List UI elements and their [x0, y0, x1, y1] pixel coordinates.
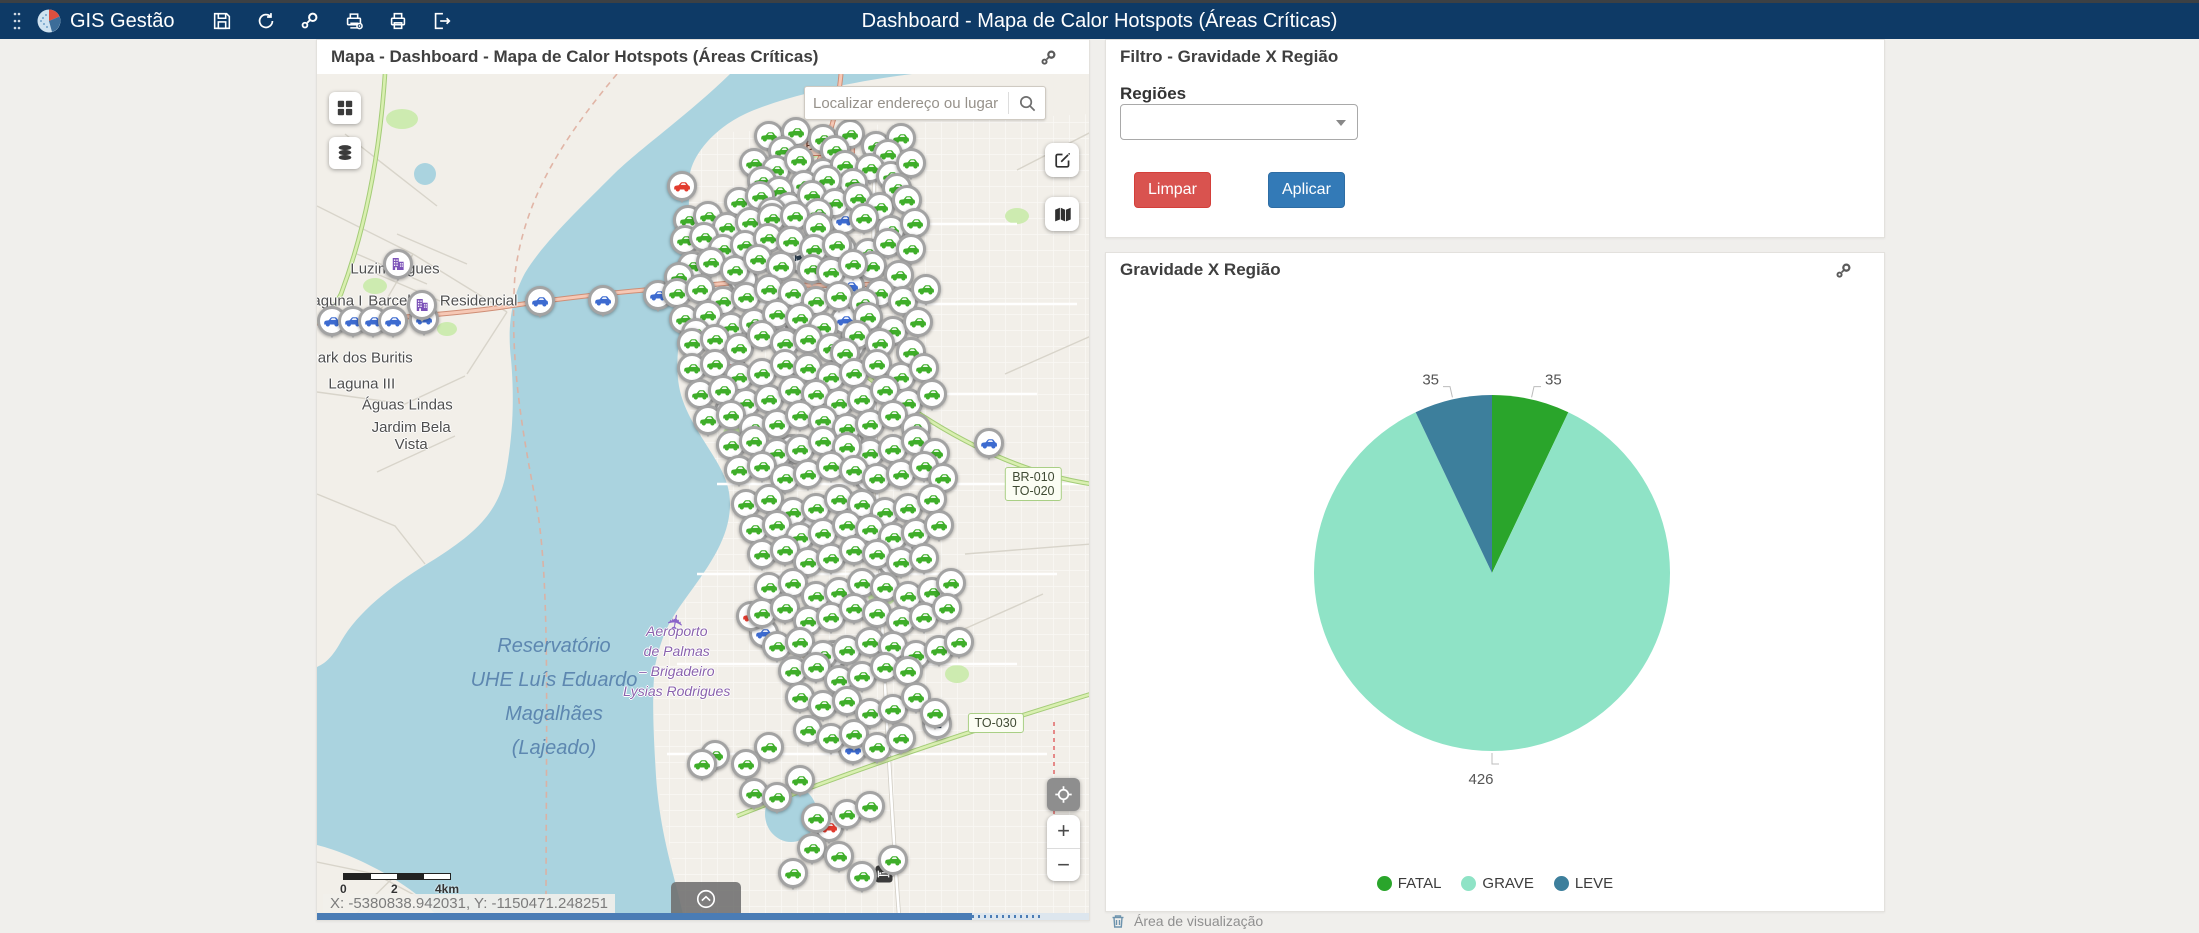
top-navigation-bar: Dashboard - Mapa de Calor Hotspots (Área…: [0, 3, 2199, 39]
apply-button[interactable]: Aplicar: [1268, 172, 1345, 208]
pie-chart: 35 426 35: [1106, 287, 1886, 867]
pie-label-leader: [1443, 387, 1452, 398]
clear-button[interactable]: Limpar: [1134, 172, 1211, 208]
chart-panel: Gravidade X Região 35 426 35 FATAL GRAVE LEV…: [1105, 252, 1885, 912]
refresh-icon[interactable]: [253, 8, 279, 34]
viewport-footer: Área de visualização: [1110, 913, 1263, 929]
map-marker-accident-leve[interactable]: [878, 845, 908, 875]
chevron-up-circle-icon: [695, 888, 717, 910]
legend-dot: [1377, 876, 1392, 891]
legend-item-GRAVE[interactable]: GRAVE: [1461, 875, 1533, 892]
legend-dot: [1554, 876, 1569, 891]
coordinates-readout: X: -5380838.942031, Y: -1150471.248251: [323, 894, 615, 913]
layers-button[interactable]: [329, 137, 361, 169]
map-marker-accident-leve[interactable]: [886, 723, 916, 753]
map-marker-accident-leve[interactable]: [778, 858, 808, 888]
road-shield: TO-030: [968, 713, 1024, 733]
map-marker-building[interactable]: [407, 290, 437, 320]
edit-tools-button[interactable]: [1045, 143, 1079, 177]
map-marker-accident-leve[interactable]: [797, 833, 827, 863]
map-marker-accident-vehicle[interactable]: [588, 285, 618, 315]
basemap: [317, 74, 1089, 913]
app-logo-icon: [36, 8, 62, 34]
map-canvas[interactable]: LuzimanguesLaguna IBarcelona Residencial…: [317, 74, 1089, 913]
legend-item-LEVE[interactable]: LEVE: [1554, 875, 1613, 892]
attribution-expand-button[interactable]: [671, 882, 741, 913]
chart-panel-header: Gravidade X Região: [1106, 253, 1884, 287]
map-marker-accident-leve[interactable]: [838, 249, 868, 279]
zoom-out-button[interactable]: −: [1047, 849, 1080, 882]
regions-label: Regiões: [1120, 84, 1186, 104]
pie-label-leader: [1532, 387, 1541, 398]
map-marker-accident-leve[interactable]: [801, 803, 831, 833]
pie-value-label: 35: [1545, 372, 1562, 389]
map-marker-accident-leve[interactable]: [909, 543, 939, 573]
map-marker-accident-leve[interactable]: [924, 510, 954, 540]
map-place-label: Park dos Buritis: [317, 349, 413, 366]
legend-label: FATAL: [1398, 875, 1442, 892]
map-place-label: Aeroportode Palmas– BrigadeiroLysias Rod…: [623, 621, 730, 701]
map-place-label: ReservatórioUHE Luís EduardoMagalhães(La…: [471, 629, 638, 765]
filter-panel-header: Filtro - Gravidade X Região: [1106, 40, 1884, 74]
map-marker-accident-leve[interactable]: [917, 379, 947, 409]
search-icon[interactable]: [1009, 94, 1045, 113]
app-title: GIS Gestão: [70, 10, 175, 33]
application-window: Dashboard - Mapa de Calor Hotspots (Área…: [0, 0, 2199, 933]
pie-label-leader: [1492, 753, 1499, 764]
map-marker-accident-leve[interactable]: [911, 274, 941, 304]
map-place-label: Laguna III: [328, 375, 395, 392]
legend-map-button[interactable]: [1045, 197, 1079, 231]
legend-label: GRAVE: [1482, 875, 1533, 892]
drag-handle-icon[interactable]: [4, 8, 30, 34]
chart-panel-title: Gravidade X Região: [1120, 260, 1281, 280]
map-panel-title: Mapa - Dashboard - Mapa de Calor Hotspot…: [331, 47, 818, 67]
geolocate-button[interactable]: [1047, 778, 1080, 811]
filter-panel-title: Filtro - Gravidade X Região: [1120, 47, 1338, 67]
topbar-brand: GIS Gestão: [0, 8, 175, 34]
map-marker-accident-vehicle[interactable]: [974, 428, 1004, 458]
print-settings-icon[interactable]: [341, 8, 367, 34]
map-marker-accident-leve[interactable]: [944, 627, 974, 657]
chart-panel-configure-wrench-icon[interactable]: [1835, 262, 1852, 279]
map-panel-header: Mapa - Dashboard - Mapa de Calor Hotspot…: [317, 40, 1089, 74]
map-panel: Mapa - Dashboard - Mapa de Calor Hotspot…: [316, 39, 1090, 921]
legend-item-FATAL[interactable]: FATAL: [1377, 875, 1442, 892]
pie-value-label: 426: [1468, 771, 1493, 788]
map-place-label: Águas Lindas: [362, 396, 453, 413]
map-scale-bar: 0 2 4km: [343, 873, 451, 894]
map-marker-accident-leve[interactable]: [847, 861, 877, 891]
viewport-footer-label: Área de visualização: [1134, 913, 1263, 929]
zoom-controls: + −: [1047, 815, 1080, 881]
legend-dot: [1461, 876, 1476, 891]
basemap-gallery-button[interactable]: [329, 92, 361, 124]
map-place-label: Jardim BelaVista: [372, 419, 451, 453]
map-marker-accident-leve[interactable]: [731, 749, 761, 779]
search-input[interactable]: [805, 95, 1008, 112]
filter-panel: Filtro - Gravidade X Região Regiões Limp…: [1105, 39, 1885, 238]
save-icon[interactable]: [209, 8, 235, 34]
print-icon[interactable]: [385, 8, 411, 34]
chart-legend: FATAL GRAVE LEVE: [1106, 875, 1884, 892]
map-marker-accident-leve[interactable]: [855, 791, 885, 821]
legend-label: LEVE: [1575, 875, 1613, 892]
map-marker-accident-vehicle[interactable]: [378, 306, 408, 336]
horizontal-scrollbar[interactable]: [317, 913, 1089, 920]
window-edge: [0, 0, 2199, 3]
zoom-in-button[interactable]: +: [1047, 815, 1080, 848]
settings-wrench-icon[interactable]: [297, 8, 323, 34]
map-search-box: [804, 86, 1046, 120]
pie-value-label: 35: [1422, 372, 1439, 389]
trash-icon[interactable]: [1110, 913, 1126, 929]
road-shield: BR-010TO-020: [1005, 467, 1061, 501]
scrollbar-thumb-end: [972, 915, 1040, 918]
map-marker-accident-vehicle[interactable]: [525, 286, 555, 316]
logout-icon[interactable]: [429, 8, 455, 34]
map-panel-configure-wrench-icon[interactable]: [1040, 49, 1057, 66]
chevron-down-icon: [1336, 120, 1346, 126]
topbar-actions: [209, 8, 455, 34]
regions-select[interactable]: [1120, 104, 1358, 140]
scrollbar-thumb[interactable]: [317, 913, 972, 920]
